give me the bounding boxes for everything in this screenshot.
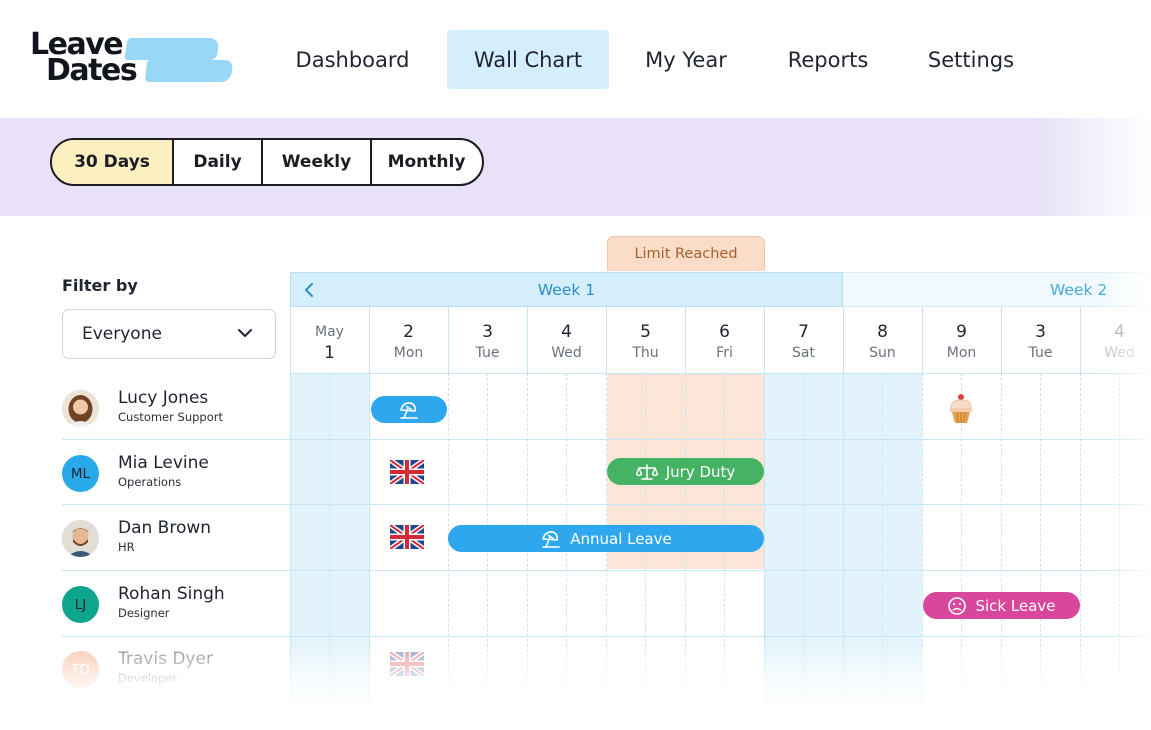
day-header-1: May 1 [315,324,344,363]
filter-label: Filter by [62,276,138,295]
week-1-label: Week 1 [537,280,596,299]
limit-reached-badge: Limit Reached [607,236,765,271]
grid-line [1080,307,1081,373]
person-role: Customer Support [118,410,223,424]
person-name: Rohan Singh [118,584,225,604]
nav-my-year[interactable]: My Year [622,30,750,89]
person-role: Operations [118,475,182,489]
avatar: TD [62,651,99,688]
grid-line [448,307,449,373]
day-header-9: 9 Mon [946,322,977,361]
beach-umbrella-icon [542,530,561,548]
person-row-lucy-jones[interactable]: Lucy Jones Customer Support [62,388,287,446]
person-role: HR [118,540,135,554]
view-switcher: 30 Days Daily Weekly Monthly [50,138,484,186]
sick-leave-bar[interactable]: Sick Leave [923,592,1080,619]
filter-selected-value: Everyone [82,324,162,344]
jury-duty-label: Jury Duty [665,462,736,481]
user-photo-icon [62,520,99,557]
day-header-11: 4 Wed [1104,322,1135,361]
annual-leave-label: Annual Leave [570,529,672,548]
day-header-2: 2 Mon [393,322,424,361]
person-name: Dan Brown [118,518,212,538]
person-name: Travis Dyer [118,649,213,669]
day-header-5: 5 Thu [632,322,659,361]
person-name: Mia Levine [118,453,209,473]
grid-row-line [290,373,1151,374]
grid-line [527,307,528,373]
person-row-mia-levine[interactable]: ML Mia Levine Operations [62,453,287,511]
filter-dropdown[interactable]: Everyone [62,309,276,359]
person-row-travis-dyer[interactable]: TD Travis Dyer Developer [62,649,287,707]
day-header-3: 3 Tue [475,322,500,361]
person-row-dan-brown[interactable]: Dan Brown HR [62,518,287,576]
view-toolbar: 30 Days Daily Weekly Monthly [0,118,1151,216]
annual-leave-bar[interactable] [371,396,447,423]
day-header-4: 4 Wed [551,322,582,361]
uk-flag-icon [390,460,424,484]
week-2-header: Week 2 [843,272,1151,307]
view-weekly-button[interactable]: Weekly [263,140,372,184]
chevron-down-icon [238,329,252,337]
nav-wall-chart[interactable]: Wall Chart [447,30,609,89]
beach-umbrella-icon [400,401,418,419]
grid-line [922,373,923,702]
week-1-header: Week 1 [290,272,843,307]
nav-settings[interactable]: Settings [906,30,1036,89]
day-header-7: 7 Sat [792,322,815,361]
logo-brush-stroke [124,38,220,60]
grid-line [882,373,883,702]
grid-line [1040,373,1041,702]
person-row-rohan-singh[interactable]: LJ Rohan Singh Designer [62,584,287,642]
chevron-left-icon[interactable] [301,281,317,299]
grid-line [1001,373,1002,702]
grid-line [922,307,923,373]
scales-icon [635,463,658,480]
grid-line [803,373,804,702]
grid-line [685,307,686,373]
view-daily-button[interactable]: Daily [174,140,263,184]
grid-line [1001,307,1002,373]
annual-leave-bar[interactable]: Annual Leave [448,525,764,552]
nav-dashboard[interactable]: Dashboard [272,30,433,89]
sad-face-icon [948,596,967,615]
avatar [62,520,99,557]
nav-reports[interactable]: Reports [768,30,888,89]
avatar: LJ [62,586,99,623]
view-monthly-button[interactable]: Monthly [372,140,481,184]
avatar [62,390,99,427]
view-30-days-button[interactable]: 30 Days [52,140,174,184]
sick-leave-label: Sick Leave [975,596,1056,615]
day-header-10: 3 Tue [1028,322,1053,361]
person-name: Lucy Jones [118,388,209,408]
grid-line [606,307,607,373]
person-role: Developer [118,671,178,685]
uk-flag-icon [390,652,424,676]
person-role: Designer [118,606,170,620]
grid-line [1119,373,1120,702]
day-header-6: 6 Fri [716,322,733,361]
week-2-label: Week 2 [1050,281,1108,299]
logo-brush-stroke [144,60,234,82]
uk-flag-icon [390,525,424,549]
logo-text-line2: Dates [46,53,138,88]
day-header-8: 8 Sun [869,322,896,361]
user-photo-icon [62,390,99,427]
avatar: ML [62,455,99,492]
jury-duty-bar[interactable]: Jury Duty [607,458,764,485]
grid-line [329,373,330,702]
grid-line [1080,373,1081,702]
top-navigation: Leave Dates Dashboard Wall Chart My Year… [0,0,1151,118]
leave-dates-logo[interactable]: Leave Dates [28,30,234,90]
cupcake-icon [949,394,973,424]
